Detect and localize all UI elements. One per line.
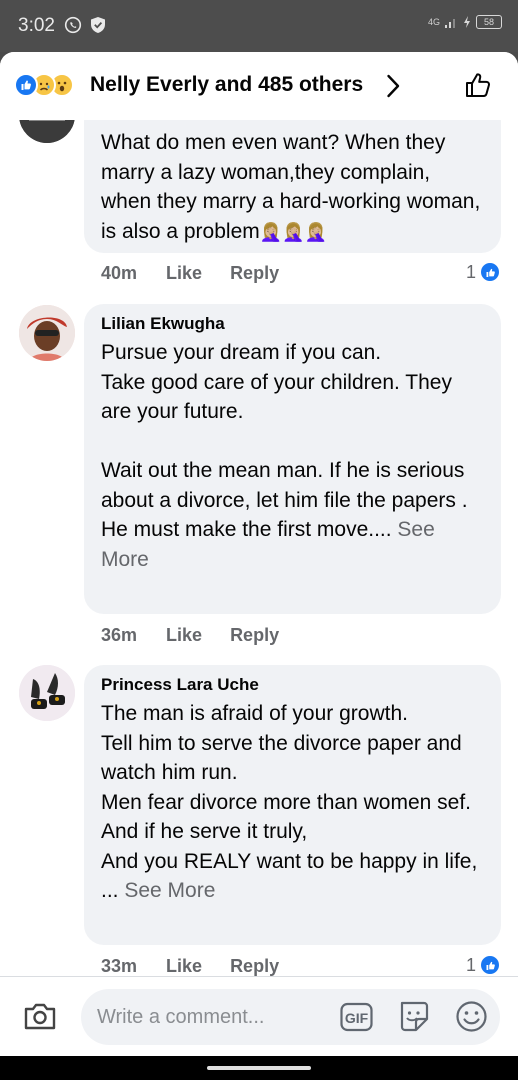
comment-reaction-count[interactable]: 1	[466, 954, 501, 976]
reaction-count: 1	[465, 954, 476, 975]
shield-icon	[91, 17, 105, 33]
home-indicator[interactable]	[207, 1066, 311, 1070]
comment-actions: 40m Like Reply	[101, 263, 279, 284]
reactors-summary[interactable]: Nelly Everly and 485 others	[90, 73, 363, 97]
network-type: 4G	[427, 16, 440, 27]
sticker-icon[interactable]	[396, 999, 430, 1033]
comment-bubble[interactable]: What do men even want? When they marry a…	[84, 120, 501, 253]
comment-actions: 33m Like Reply	[101, 956, 279, 977]
system-nav-bar	[0, 1056, 518, 1080]
charging-icon	[464, 16, 470, 28]
comment-time: 40m	[101, 263, 138, 283]
like-outline-icon[interactable]	[464, 70, 494, 100]
comment-author[interactable]: Princess Lara Uche	[101, 675, 483, 695]
comment-composer: GIF	[0, 976, 518, 1056]
chevron-right-icon[interactable]	[386, 74, 400, 98]
comment-bubble[interactable]: Princess Lara Uche The man is afraid of …	[84, 665, 501, 945]
comment-list[interactable]: What do men even want? When they marry a…	[0, 120, 518, 1028]
reaction-count: 1	[465, 261, 476, 282]
like-badge-icon	[479, 954, 501, 976]
comment-input[interactable]	[81, 989, 500, 1045]
comment-time: 36m	[101, 625, 138, 645]
comment-bubble[interactable]: Lilian Ekwugha Pursue your dream if you …	[84, 304, 501, 614]
reply-button[interactable]: Reply	[230, 956, 279, 977]
reply-button[interactable]: Reply	[230, 263, 279, 284]
commenter-avatar[interactable]	[19, 120, 75, 143]
commenter-avatar[interactable]	[19, 665, 75, 721]
comment-author[interactable]: Lilian Ekwugha	[101, 314, 483, 334]
comment-reaction-count[interactable]: 1	[466, 261, 501, 283]
comment-time: 33m	[101, 956, 138, 976]
camera-icon[interactable]	[22, 1000, 58, 1032]
status-icons: 4G 58	[428, 15, 502, 29]
reaction-icons	[14, 73, 74, 97]
like-button[interactable]: Like	[166, 625, 202, 646]
reply-button[interactable]: Reply	[230, 625, 279, 646]
comment-text: The man is afraid of your growth. Tell h…	[101, 702, 478, 902]
like-reaction-icon	[14, 73, 38, 97]
like-button[interactable]: Like	[166, 956, 202, 977]
whatsapp-icon	[64, 16, 82, 34]
comment-actions: 36m Like Reply	[101, 625, 279, 646]
status-time: 3:02	[18, 15, 55, 36]
signal-icon	[445, 19, 455, 28]
facepalm-emoji: 🤦🏼‍♀️🤦🏼‍♀️🤦🏼‍♀️	[259, 221, 327, 242]
gif-label: GIF	[345, 1010, 369, 1026]
like-button[interactable]: Like	[166, 263, 202, 284]
like-badge-icon	[479, 261, 501, 283]
commenter-avatar[interactable]	[19, 305, 75, 361]
battery-icon: 58	[476, 15, 502, 29]
status-bar: 3:02 4G 58	[0, 0, 518, 52]
reactions-header[interactable]: Nelly Everly and 485 others	[0, 52, 518, 120]
emoji-icon[interactable]	[455, 1000, 488, 1033]
comment-text: Pursue your dream if you can. Take good …	[101, 341, 468, 541]
comments-sheet: Nelly Everly and 485 others What do men …	[0, 52, 518, 1056]
gif-button[interactable]: GIF	[340, 1002, 373, 1032]
see-more-link[interactable]: See More	[119, 879, 215, 902]
